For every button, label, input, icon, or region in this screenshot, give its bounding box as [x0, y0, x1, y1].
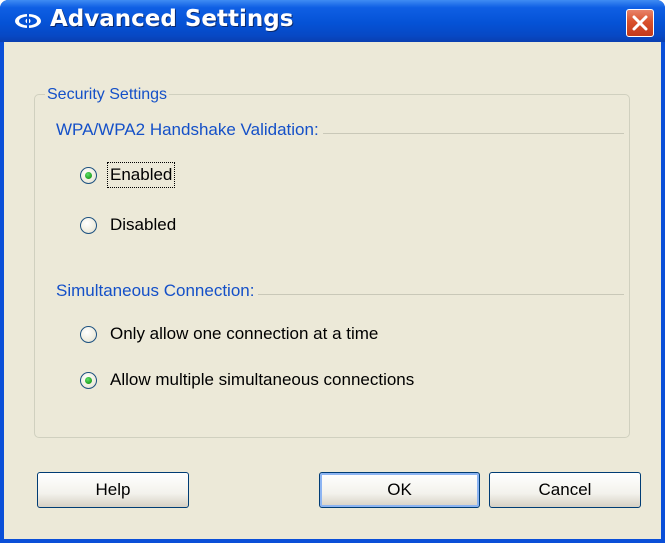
title-bar[interactable]: Advanced Settings	[0, 0, 665, 42]
radio-label-enabled: Enabled	[106, 162, 176, 188]
radio-allow-multiple[interactable]: Allow multiple simultaneous connections	[80, 370, 414, 390]
simultaneous-section-title: Simultaneous Connection:	[56, 281, 259, 301]
wireless-icon	[15, 14, 41, 28]
handshake-section-title: WPA/WPA2 Handshake Validation:	[56, 120, 323, 140]
dialog-body: Security Settings WPA/WPA2 Handshake Val…	[4, 42, 661, 539]
window-title: Advanced Settings	[50, 6, 294, 32]
close-icon	[632, 15, 648, 31]
close-button[interactable]	[626, 9, 654, 37]
help-button[interactable]: Help	[37, 472, 189, 508]
radio-label-only-one: Only allow one connection at a time	[110, 324, 379, 343]
radio-disabled[interactable]: Disabled	[80, 215, 176, 235]
radio-enabled[interactable]: Enabled	[80, 162, 176, 188]
radio-button-only-one[interactable]	[80, 325, 97, 343]
radio-button-disabled[interactable]	[80, 216, 97, 234]
radio-button-allow-multiple[interactable]	[80, 371, 97, 389]
radio-button-enabled[interactable]	[80, 166, 97, 184]
ok-button[interactable]: OK	[319, 472, 480, 508]
radio-only-one-connection[interactable]: Only allow one connection at a time	[80, 324, 378, 344]
cancel-button[interactable]: Cancel	[489, 472, 641, 508]
advanced-settings-dialog: Advanced Settings Security Settings WPA/…	[0, 0, 665, 543]
security-settings-title: Security Settings	[45, 86, 170, 104]
radio-label-allow-multiple: Allow multiple simultaneous connections	[110, 370, 415, 389]
radio-label-disabled: Disabled	[110, 215, 177, 234]
